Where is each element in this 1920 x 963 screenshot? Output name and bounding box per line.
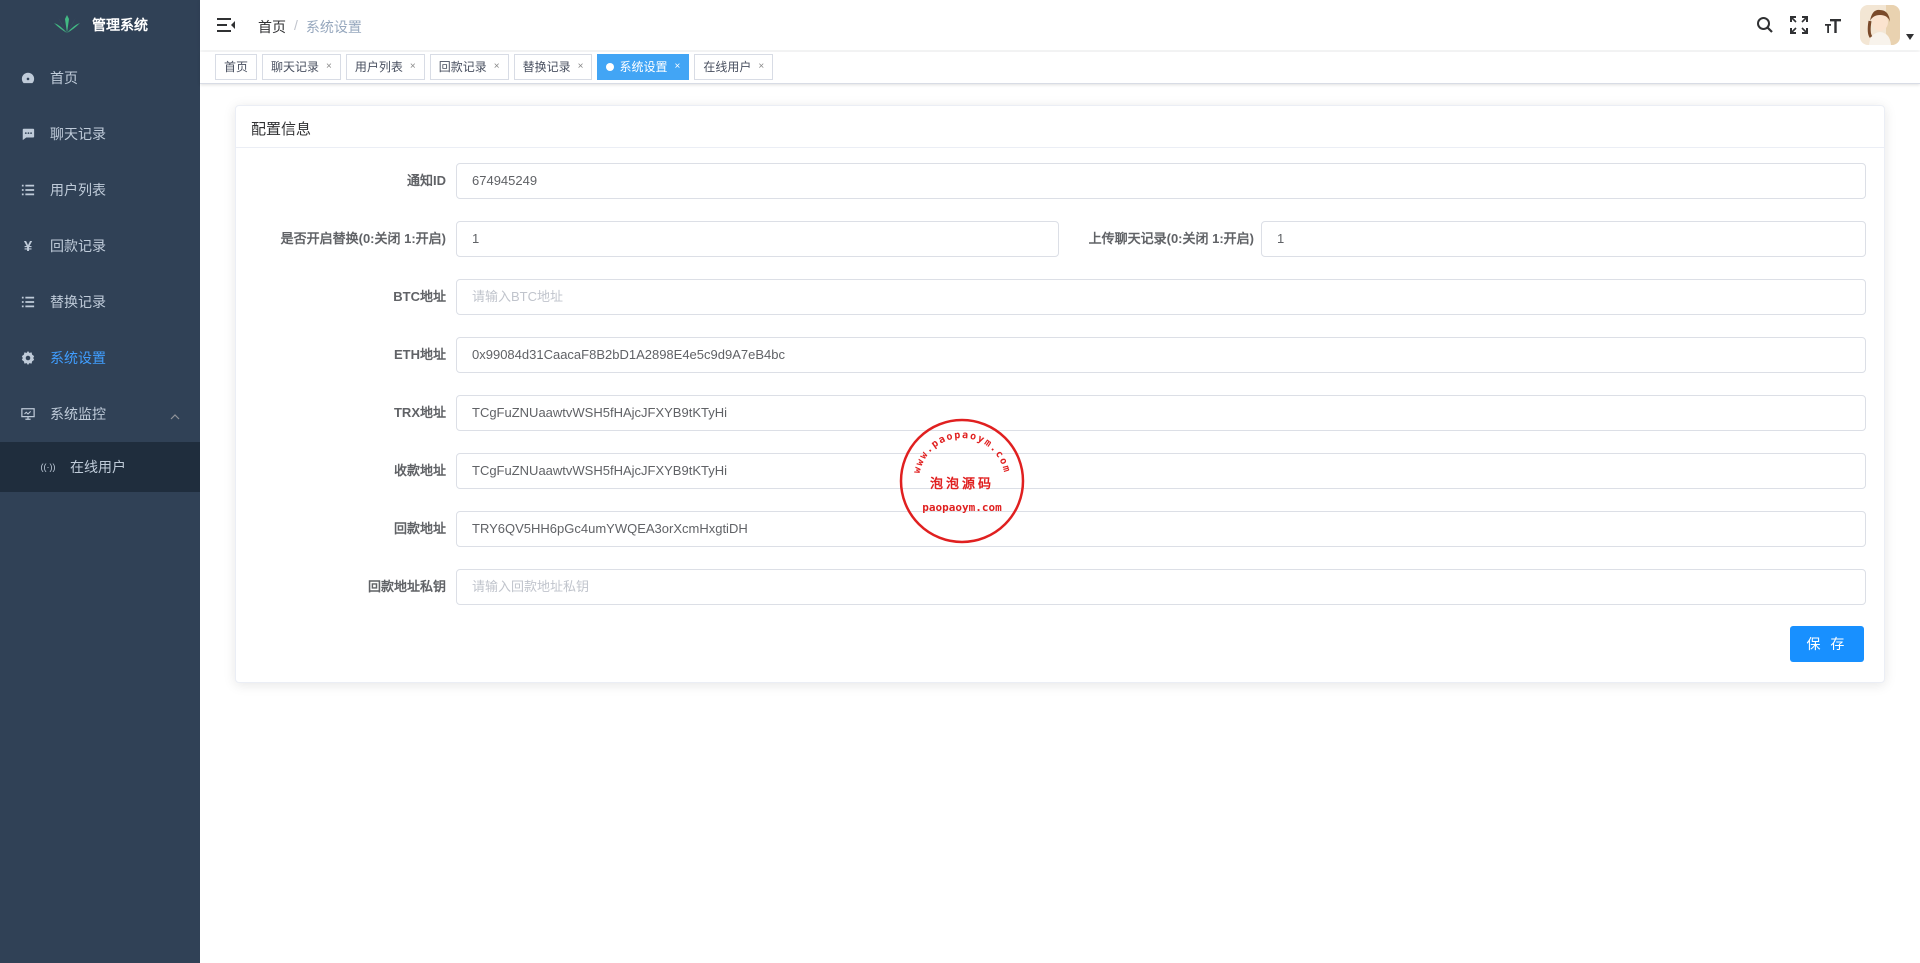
sidebar-item-replace[interactable]: 替换记录 [0,274,200,330]
sidebar-item-monitor[interactable]: 系统监控 [0,386,200,442]
eth-label: ETH地址 [393,347,446,362]
close-icon[interactable]: × [674,55,680,79]
list-icon [20,182,36,198]
hamburger-icon[interactable] [216,15,236,35]
btc-input[interactable]: 请输入BTC地址 [456,279,1866,315]
active-dot-icon [606,63,615,71]
sidebar-item-label: 聊天记录 [50,126,106,142]
tab-label: 替换记录 [522,60,571,74]
fullscreen-icon[interactable] [1782,0,1816,50]
notify-id-label: 通知ID [406,173,446,188]
sidebar-item-label: 用户列表 [50,182,106,198]
caret-down-icon[interactable] [1900,0,1920,50]
close-icon[interactable]: × [578,55,584,79]
close-icon[interactable]: × [758,55,764,79]
yen-icon: ¥ [23,237,33,255]
sidebar-item-settings[interactable]: 系统设置 [0,330,200,386]
close-icon[interactable]: × [494,55,500,79]
receive-input[interactable]: TCgFuZNUaawtvWSH5fHAjcJFXYB9tKTyHi [456,453,1866,489]
trx-label: TRX地址 [393,405,446,420]
submenu-monitor: ((·)) 在线用户 [0,442,200,492]
navbar: 首页 / 系统设置 [200,0,1920,50]
sidebar-item-label: 系统监控 [50,406,106,422]
tab-label: 聊天记录 [271,60,320,74]
sidebar: 管理系统 首页 聊天记录 用户列表 ¥ 回款记录 替换记录 系统设置 系统监控 … [0,0,200,963]
sidebar-item-label: 系统设置 [50,350,106,366]
enable-replace-input[interactable]: 1 [456,221,1059,257]
form-row-btc: BTC地址 请输入BTC地址 [236,279,1886,315]
sidebar-item-label: 在线用户 [70,459,126,475]
breadcrumb: 首页 / 系统设置 [258,17,362,37]
tab-replace[interactable]: 替换记录 × [513,54,593,80]
upload-chat-label: 上传聊天记录(0:关闭 1:开启) [1088,231,1254,246]
tab-chat[interactable]: 聊天记录 × [262,54,341,80]
tab-online-users[interactable]: 在线用户 × [694,54,774,80]
form-row-trx: TRX地址 TCgFuZNUaawtvWSH5fHAjcJFXYB9tKTyHi [236,395,1886,431]
config-card: 配置信息 通知ID 674945249 是否开启替换(0:关闭 1:开启) 1 … [235,105,1885,683]
tab-refund[interactable]: 回款记录 × [429,54,509,80]
trx-input[interactable]: TCgFuZNUaawtvWSH5fHAjcJFXYB9tKTyHi [456,395,1866,431]
sidebar-item-home[interactable]: 首页 [0,50,200,106]
logo-icon [54,15,80,33]
save-button[interactable]: 保 存 [1790,626,1864,662]
tab-label: 系统设置 [619,60,668,74]
upload-chat-input[interactable]: 1 [1261,221,1866,257]
navbar-right [1748,0,1920,50]
sidebar-item-label: 回款记录 [50,238,106,254]
notify-id-input[interactable]: 674945249 [456,163,1866,199]
tab-label: 首页 [224,60,249,74]
form-row-switches: 是否开启替换(0:关闭 1:开启) 1 上传聊天记录(0:关闭 1:开启) 1 [236,221,1886,257]
form-row-notify-id: 通知ID 674945249 [236,163,1886,199]
form-row-eth: ETH地址 0x99084d31CaacaF8B2bD1A2898E4e5c9d… [236,337,1886,373]
close-icon[interactable]: × [410,55,416,79]
sidebar-item-label: 首页 [50,70,78,86]
search-icon[interactable] [1748,0,1782,50]
card-title: 配置信息 [236,106,1884,148]
refund-label: 回款地址 [393,521,446,536]
eth-input[interactable]: 0x99084d31CaacaF8B2bD1A2898E4e5c9d9A7eB4… [456,337,1866,373]
refund-key-label: 回款地址私钥 [367,579,446,594]
breadcrumb-separator: / [294,17,298,33]
sidebar-item-online-users[interactable]: ((·)) 在线用户 [0,442,200,492]
refund-input[interactable]: TRY6QV5HH6pGc4umYWQEA3orXcmHxgtiDH [456,511,1866,547]
logo[interactable]: 管理系统 [0,0,200,50]
form-row-refund-key: 回款地址私钥 请输入回款地址私钥 [236,569,1886,605]
enable-replace-label: 是否开启替换(0:关闭 1:开启) [280,231,446,246]
tags-view: 首页 聊天记录 × 用户列表 × 回款记录 × 替换记录 × 系统设置 × 在线用户 × [200,52,1920,84]
list-icon [20,294,36,310]
tab-label: 用户列表 [354,60,403,74]
close-icon[interactable]: × [326,55,332,79]
font-size-icon[interactable] [1816,0,1850,50]
gear-icon [20,350,36,366]
chat-icon [20,126,36,142]
breadcrumb-home[interactable]: 首页 [258,17,286,37]
online-icon: ((·)) [40,462,56,472]
chevron-up-icon [170,408,180,424]
tab-home[interactable]: 首页 [215,54,258,80]
tab-label: 回款记录 [438,60,487,74]
form-row-refund: 回款地址 TRY6QV5HH6pGc4umYWQEA3orXcmHxgtiDH [236,511,1886,547]
form-row-receive: 收款地址 TCgFuZNUaawtvWSH5fHAjcJFXYB9tKTyHi [236,453,1886,489]
app-title: 管理系统 [92,17,148,33]
tab-users[interactable]: 用户列表 × [345,54,425,80]
dashboard-icon [20,70,36,86]
sidebar-item-label: 替换记录 [50,294,106,310]
sidebar-item-refund[interactable]: ¥ 回款记录 [0,218,200,274]
breadcrumb-current: 系统设置 [305,19,362,35]
sidebar-item-users[interactable]: 用户列表 [0,162,200,218]
monitor-icon [20,406,36,422]
tab-settings[interactable]: 系统设置 × [597,54,690,80]
tab-label: 在线用户 [703,60,752,74]
btc-label: BTC地址 [393,289,446,304]
sidebar-item-chat[interactable]: 聊天记录 [0,106,200,162]
avatar[interactable] [1860,5,1900,45]
receive-label: 收款地址 [393,463,446,478]
refund-key-input[interactable]: 请输入回款地址私钥 [456,569,1866,605]
